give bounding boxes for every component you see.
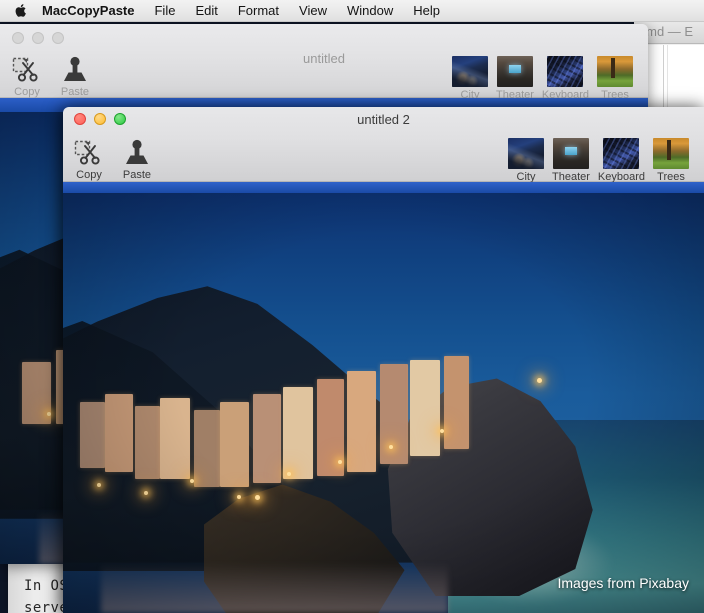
photo-vignette	[63, 193, 704, 613]
trees-thumbnail	[597, 56, 634, 87]
close-button[interactable]	[12, 32, 24, 44]
markdown-body-line-1: In OS	[24, 578, 69, 594]
menu-item-format[interactable]: Format	[228, 0, 289, 22]
menu-item-maccopypaste[interactable]: MacCopyPaste	[40, 0, 144, 22]
markdown-body-line-2: serve	[24, 600, 69, 613]
desktop-screen: # A In OS serve x.md — E untitled	[0, 0, 704, 613]
city-thumbnail	[452, 56, 488, 87]
apple-logo-icon[interactable]	[14, 3, 28, 19]
keyboard-thumbnail	[547, 56, 584, 87]
image-caption-watermark: Images from Pixabay	[557, 575, 690, 591]
scissors-copy-icon	[12, 54, 42, 84]
window-untitled-traffic-lights[interactable]	[12, 32, 64, 44]
theater-thumbnail	[552, 138, 589, 169]
thumbnail-theater[interactable]: Theater	[496, 56, 534, 101]
thumbnail-city[interactable]: City	[508, 138, 544, 183]
thumbnail-theater[interactable]: Theater	[552, 138, 590, 183]
thumbnail-trees[interactable]: Trees	[597, 56, 634, 101]
paste-button-label: Paste	[60, 86, 90, 98]
theater-thumbnail	[496, 56, 533, 87]
paste-button[interactable]: Paste	[54, 54, 96, 98]
keyboard-thumbnail	[603, 138, 640, 169]
window-untitled-2-toolbar[interactable]: untitled 2 Copy Paste City Theater Keybo…	[63, 107, 704, 183]
stamp-paste-icon	[60, 54, 90, 84]
window-untitled-toolbar[interactable]: untitled Copy Paste City Theater Keyboar…	[0, 24, 648, 101]
paste-button[interactable]: Paste	[116, 137, 158, 181]
window-untitled-2-title: untitled 2	[357, 112, 410, 127]
menu-item-view[interactable]: View	[289, 0, 337, 22]
window-untitled-2-image-canvas[interactable]: Images from Pixabay	[63, 193, 704, 613]
copy-button-label: Copy	[14, 86, 40, 98]
window-untitled-thumbnail-group: City Theater Keyboard Trees	[452, 56, 634, 101]
menu-item-window[interactable]: Window	[337, 0, 403, 22]
minimize-button[interactable]	[94, 113, 106, 125]
window-untitled-2-accent-band	[63, 182, 704, 193]
stamp-paste-icon	[122, 137, 152, 167]
manarola-night-photo	[63, 193, 704, 613]
copy-button[interactable]: Copy	[68, 137, 110, 181]
window-untitled-2-tool-group: Copy Paste	[68, 137, 158, 181]
copy-button[interactable]: Copy	[6, 54, 48, 98]
zoom-button[interactable]	[114, 113, 126, 125]
paste-button-label: Paste	[122, 169, 152, 181]
scissors-copy-icon	[74, 137, 104, 167]
thumbnail-keyboard[interactable]: Keyboard	[598, 138, 645, 183]
thumbnail-city[interactable]: City	[452, 56, 488, 101]
menu-item-help[interactable]: Help	[403, 0, 450, 22]
close-button[interactable]	[74, 113, 86, 125]
copy-button-label: Copy	[76, 169, 102, 181]
macos-menubar[interactable]: MacCopyPaste File Edit Format View Windo…	[0, 0, 704, 22]
menu-item-edit[interactable]: Edit	[185, 0, 227, 22]
thumbnail-keyboard[interactable]: Keyboard	[542, 56, 589, 101]
window-untitled-tool-group: Copy Paste	[6, 54, 96, 98]
window-untitled-2-traffic-lights[interactable]	[74, 113, 126, 125]
trees-thumbnail	[653, 138, 690, 169]
window-untitled-2[interactable]: untitled 2 Copy Paste City Theater Keybo…	[63, 107, 704, 613]
menu-item-file[interactable]: File	[144, 0, 185, 22]
city-thumbnail	[508, 138, 544, 169]
thumbnail-trees[interactable]: Trees	[653, 138, 690, 183]
minimize-button[interactable]	[32, 32, 44, 44]
zoom-button[interactable]	[52, 32, 64, 44]
window-untitled-2-thumbnail-group: City Theater Keyboard Trees	[508, 138, 690, 183]
